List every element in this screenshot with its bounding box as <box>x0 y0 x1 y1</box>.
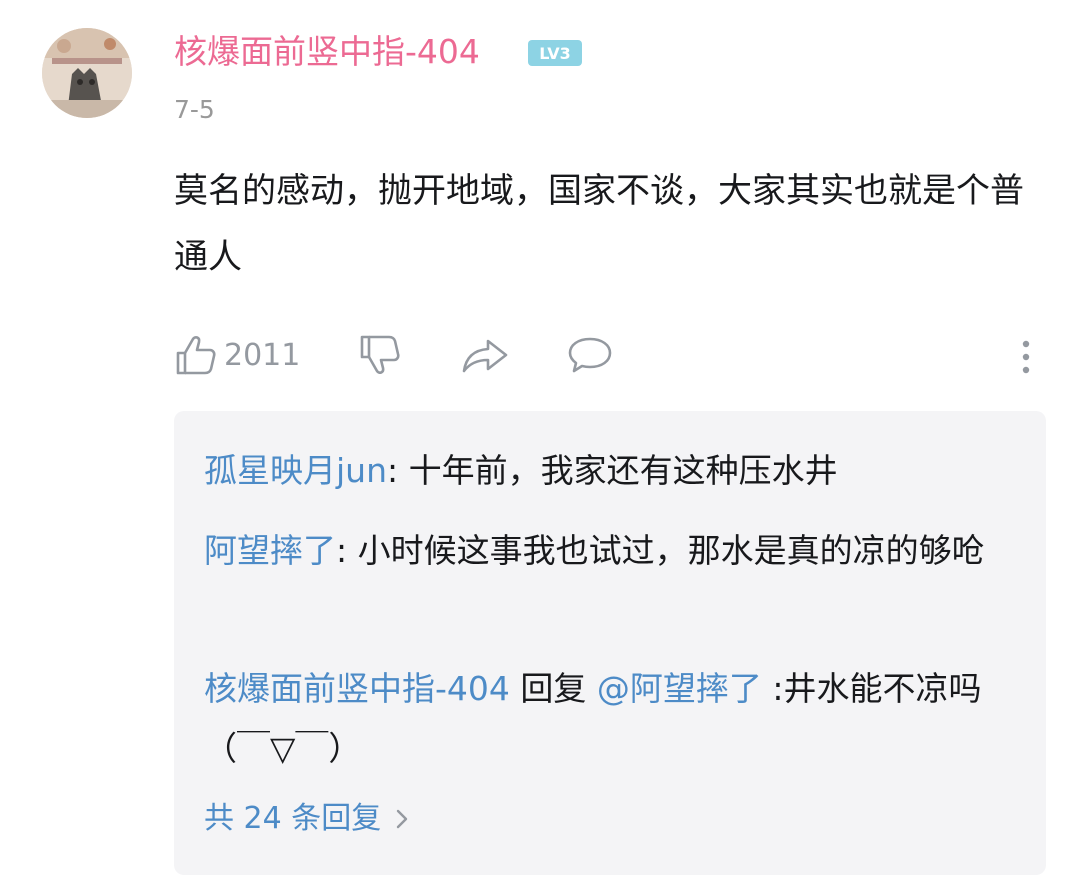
comment-action-bar: 2011 <box>174 328 1044 382</box>
replies-panel: 孤星映月jun: 十年前，我家还有这种压水井 阿望摔了: 小时候这事我也试过，那… <box>174 411 1046 875</box>
more-vertical-icon <box>1022 340 1030 374</box>
dislike-button[interactable] <box>358 328 402 382</box>
view-all-replies-link[interactable]: 共 24 条回复 <box>204 797 409 841</box>
like-count: 2011 <box>224 337 301 373</box>
reply-mention[interactable]: @阿望摔了 <box>597 669 762 708</box>
avatar[interactable] <box>42 28 132 118</box>
level-badge-label: LV3 <box>539 44 571 63</box>
reply-separator: : <box>387 451 399 490</box>
view-all-replies-label: 共 24 条回复 <box>204 801 382 836</box>
reply-item[interactable]: 核爆面前竖中指-404 回复 @阿望摔了 :井水能不凉吗（￣▽￣） <box>204 659 1004 779</box>
reply-text: 小时候这事我也试过，那水是真的凉的够呛 <box>347 531 985 570</box>
reply-button[interactable] <box>566 328 614 382</box>
comment-page: 核爆面前竖中指-404 LV3 7-5 莫名的感动，抛开地域，国家不谈，大家其实… <box>0 0 1080 881</box>
comment-bubble-icon <box>568 337 612 373</box>
reply-author[interactable]: 孤星映月jun <box>204 451 387 490</box>
more-options-button[interactable] <box>1018 328 1034 382</box>
reply-separator: : <box>336 531 348 570</box>
reply-to-label: 回复 <box>509 669 597 708</box>
reply-item[interactable]: 孤星映月jun: 十年前，我家还有这种压水井 <box>204 441 1004 501</box>
reply-text: 十年前，我家还有这种压水井 <box>398 451 838 490</box>
like-button[interactable]: 2011 <box>174 328 300 382</box>
reply-author[interactable]: 核爆面前竖中指-404 <box>204 669 510 708</box>
thumbs-down-icon <box>360 335 400 374</box>
share-button[interactable] <box>460 328 510 382</box>
reply-author[interactable]: 阿望摔了 <box>204 531 336 570</box>
thumbs-up-icon <box>176 336 216 375</box>
comment-text: 莫名的感动，抛开地域，国家不谈，大家其实也就是个普通人 <box>174 171 1024 277</box>
reply-item[interactable]: 阿望摔了: 小时候这事我也试过，那水是真的凉的够呛 <box>204 521 1004 581</box>
avatar-image <box>42 28 132 118</box>
chevron-right-icon <box>395 807 409 831</box>
level-badge-icon: LV3 <box>528 40 582 66</box>
comment-date: 7-5 <box>174 95 215 124</box>
comment-username[interactable]: 核爆面前竖中指-404 <box>174 30 480 74</box>
share-icon <box>462 339 508 373</box>
